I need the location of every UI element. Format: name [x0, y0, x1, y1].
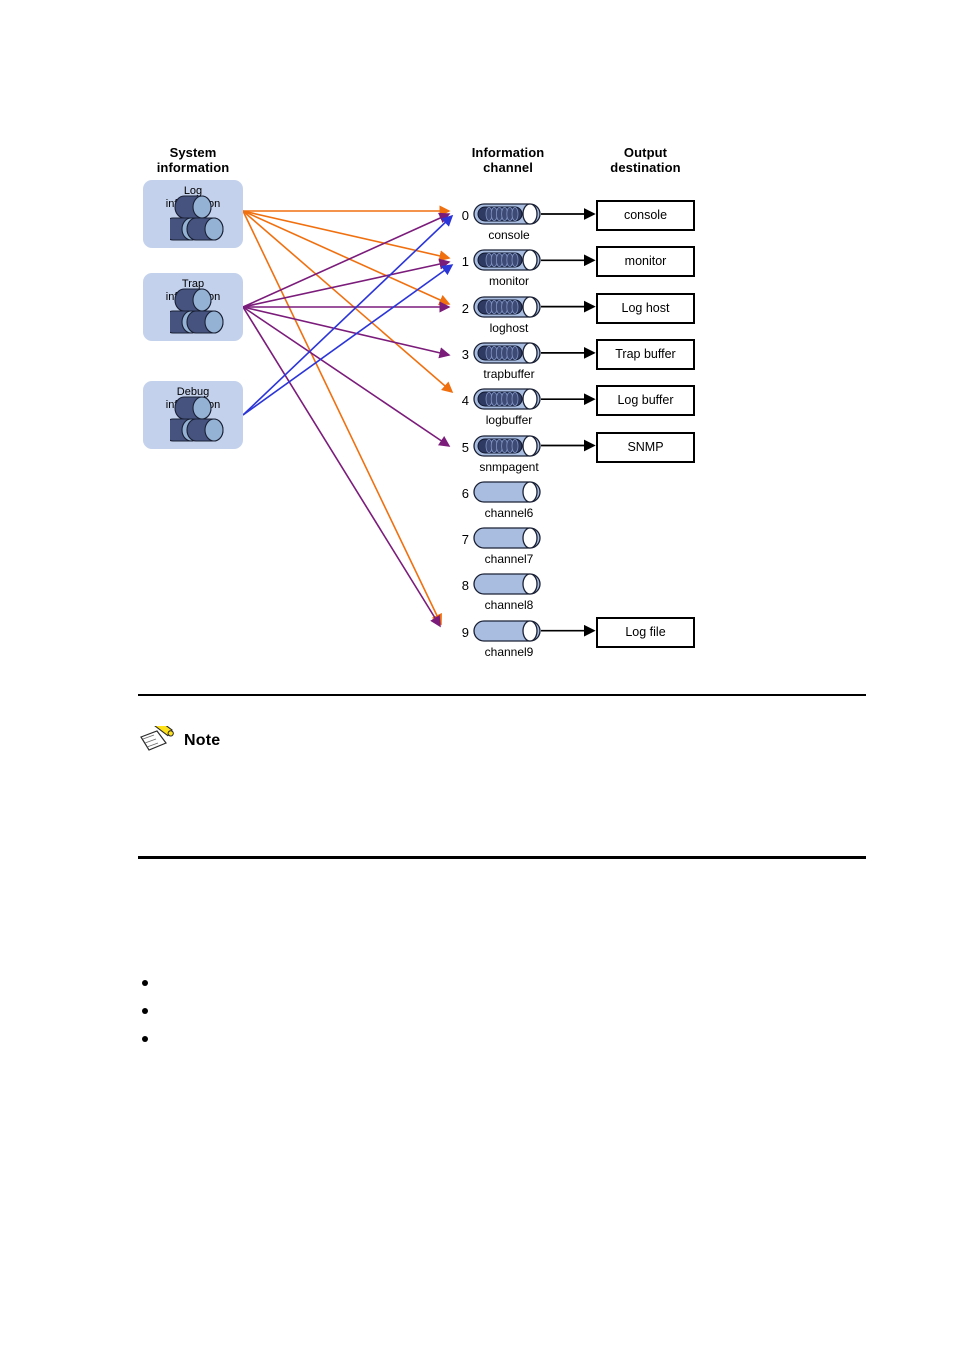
bullet-list [138, 975, 858, 1059]
page-canvas: System information Information channel O… [0, 0, 954, 1350]
channel-cylinder-icon [473, 342, 541, 364]
destination-box-console[interactable]: console [596, 200, 695, 231]
channel-cylinder-icon [473, 434, 541, 457]
channel-number: 3 [461, 346, 469, 362]
column-header-output-destination: Output destination [610, 145, 681, 175]
destination-box-loghost[interactable]: Log host [596, 292, 695, 324]
column-header-system-information: System information [156, 145, 230, 175]
channel-number: 4 [461, 393, 469, 409]
channel-number: 1 [461, 254, 469, 270]
channel-cylinder-icon [473, 481, 541, 503]
channel-cylinder-icon [473, 388, 541, 410]
channel-name-label: monitor [488, 274, 529, 289]
channel-name-label: loghost [489, 320, 529, 335]
bullet-point-icon [142, 1008, 148, 1014]
destination-box-logbuffer[interactable]: Log buffer [596, 385, 695, 417]
source-box-trap-information: Trap information [143, 273, 243, 341]
bullet-point-icon [142, 980, 148, 986]
channel-cylinder-icon [473, 527, 541, 549]
bullet-point-icon [142, 1036, 148, 1042]
destination-box-monitor[interactable]: monitor [596, 246, 695, 278]
bullet-item [138, 1003, 858, 1031]
channel-cylinder-icon [473, 573, 541, 596]
database-stack-icon [170, 288, 224, 334]
destination-box-trapbuffer[interactable]: Trap buffer [596, 338, 695, 370]
channel-name-label: console [488, 228, 530, 242]
channel-number: 6 [461, 485, 469, 501]
note-header: Note [138, 724, 220, 758]
channel-cylinder-icon [473, 203, 541, 225]
channel-cylinder-icon [473, 295, 541, 318]
arrow-group-trap-information [242, 212, 451, 628]
channel-number: 0 [461, 208, 469, 223]
channel-name-label: channel7 [484, 552, 534, 567]
channel-name-label: channel9 [484, 644, 534, 659]
channel-number: 7 [461, 532, 469, 548]
note-title: Note [184, 732, 221, 749]
channel-number: 5 [461, 439, 469, 455]
note-divider-bottom [138, 856, 866, 859]
column-header-information-channel: Information channel [471, 145, 545, 175]
channel-number: 2 [461, 300, 469, 316]
channel-number: 9 [461, 624, 469, 640]
channel-name-label: channel6 [484, 505, 534, 520]
arrow-group-log-information [242, 205, 454, 626]
note-divider-top [138, 694, 866, 696]
information-channel-diagram: System information Information channel O… [0, 0, 954, 690]
bullet-item [138, 1031, 858, 1059]
channel-cylinder-icon [473, 620, 541, 642]
bullet-item [138, 975, 858, 1003]
destination-box-snmpagent[interactable]: SNMP [596, 431, 695, 463]
channel-name-label: logbuffer [485, 413, 533, 428]
channel-name-label: trapbuffer [483, 366, 535, 381]
note-pencil-icon [140, 726, 174, 751]
channel-name-label: channel8 [484, 598, 534, 613]
source-box-log-information: Log information [143, 180, 243, 248]
channel-number: 8 [461, 578, 469, 594]
arrow-group-debug-information [242, 214, 454, 416]
database-stack-icon [170, 396, 224, 442]
destination-box-channel9[interactable]: Log file [596, 616, 695, 648]
source-box-debug-information: Debug information [143, 381, 243, 449]
channel-cylinder-icon [473, 249, 541, 271]
note-block: Note [138, 694, 866, 860]
database-stack-icon [170, 195, 224, 241]
channel-name-label: snmpagent [479, 459, 539, 474]
